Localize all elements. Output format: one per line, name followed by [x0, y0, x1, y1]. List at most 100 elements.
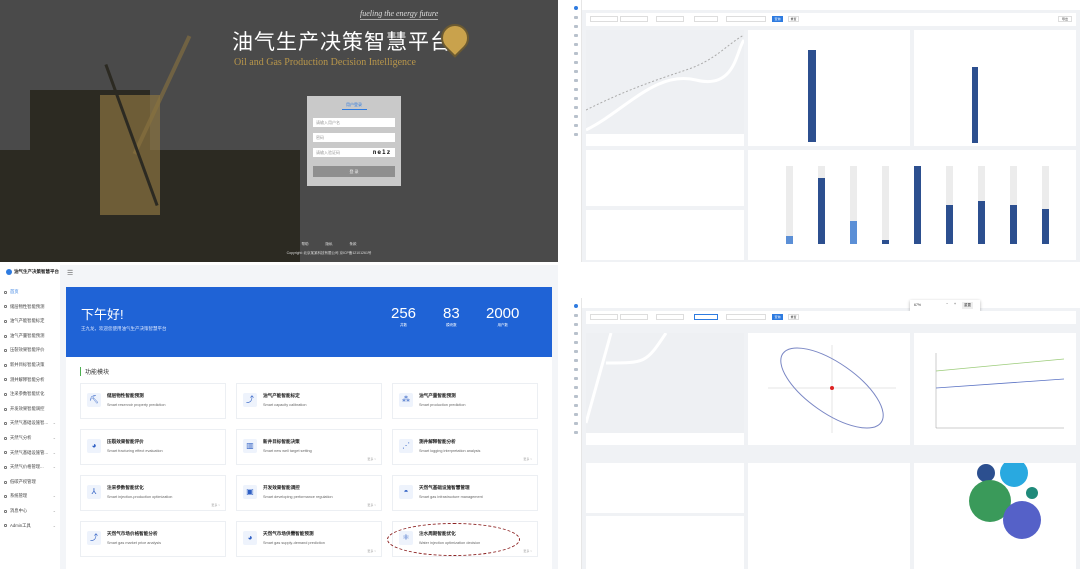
trend-line-chart [914, 333, 1076, 445]
terms-link[interactable]: 条款 [349, 242, 356, 246]
module-card[interactable]: ⛏ 储层物性智能预测 Smart reservoir property predic… [80, 383, 226, 419]
menu-toggle-icon[interactable]: ☰ [67, 269, 73, 277]
more-link[interactable]: 更多 > [367, 503, 376, 507]
module-title: 油气产量智能预测 [419, 393, 456, 398]
reset-button[interactable]: 重置 [788, 16, 799, 22]
module-card[interactable]: ◕ 压裂效果智能评价 Smart fracturing effect evaluat… [80, 429, 226, 465]
bubble [1000, 459, 1028, 487]
date-range-input[interactable] [726, 314, 766, 320]
module-title: 油气产能智能标定 [263, 393, 300, 398]
bar-chart-panel [748, 150, 1076, 260]
section-title: 功能模块 [80, 367, 109, 376]
production-dashboard: 查询 重置 导出 [570, 0, 1080, 262]
login-button[interactable]: 登 录 [313, 166, 395, 177]
sidebar-item[interactable]: 开发效果智能调控 [4, 402, 60, 417]
more-link[interactable]: 更多 > [367, 549, 376, 553]
sidebar-item[interactable]: 新井目标智能决策 [4, 358, 60, 373]
sidebar-item[interactable]: Admin工具 ⌄ [4, 519, 60, 534]
module-card[interactable]: ⤴ 天然气市场价格智能分析 Smart gas market price analy… [80, 521, 226, 557]
module-card[interactable]: ⋰ 测井解释智能分析 Smart logging interpretation an… [392, 429, 538, 465]
filter-select[interactable] [656, 314, 684, 320]
stats-panel [586, 463, 744, 513]
chevron-down-icon: ⌄ [52, 522, 56, 528]
module-subtitle: Smart fracturing effect evaluation [107, 449, 163, 453]
chart-panel [748, 463, 910, 569]
module-title: 测井解释智能分析 [419, 439, 456, 444]
sidebar-item[interactable]: 系统管理 ⌄ [4, 489, 60, 504]
greeting: 下午好! [81, 307, 124, 322]
pipe-icon: ⤴ [87, 531, 101, 545]
reset-button[interactable]: 重置 [788, 314, 799, 320]
zoom-reset-button[interactable]: 重置 [962, 302, 973, 309]
bar-chart-icon: ▥ [243, 439, 257, 453]
filter-select[interactable] [590, 314, 618, 320]
menu-icon [4, 363, 7, 367]
module-card[interactable]: ▣ 开发效果智能调控 Smart developing performance re… [236, 475, 382, 511]
bar [850, 220, 857, 244]
copyright: Copyright: 北京某某科技有限公司 京ICP备12101261号 [286, 251, 372, 255]
export-button[interactable]: 导出 [1058, 16, 1072, 22]
sidebar-item[interactable]: 油气产量智能预测 [4, 329, 60, 344]
menu-icon [4, 319, 7, 323]
module-card[interactable]: ⤴ 油气产能智能标定 Smart capacity calibration [236, 383, 382, 419]
map-panel [585, 30, 746, 146]
module-title: 注采参数智能优化 [107, 485, 144, 490]
footer-links: 帮助 隐私 条款 [0, 242, 558, 247]
sidebar-item[interactable]: 天然气价格管理... ⌄ [4, 460, 60, 475]
sidebar-item[interactable]: 消息中心 ⌄ [4, 504, 60, 519]
tab-user-login[interactable]: 用户登录 [307, 102, 401, 108]
menu-icon [4, 465, 7, 469]
filter-select[interactable] [656, 16, 684, 22]
zoom-popup: 67% − + 重置 [910, 300, 980, 311]
module-subtitle: Smart gas market price analysis [107, 541, 162, 545]
module-subtitle: Smart logging interpretation analysis [419, 449, 481, 453]
sidebar-item[interactable]: 注采参数智能优化 [4, 387, 60, 402]
help-link[interactable]: 帮助 [302, 242, 309, 246]
filter-select[interactable] [694, 314, 718, 320]
filter-select[interactable] [694, 16, 718, 22]
password-input[interactable]: 密码 [313, 133, 395, 142]
more-link[interactable]: 更多 > [523, 457, 532, 461]
sidebar-item[interactable]: 油气产能智能标定 [4, 314, 60, 329]
module-card[interactable]: ⁂ 油气产量智能预测 Smart production prediction [392, 383, 538, 419]
sidebar-item[interactable]: 天然气基础设施管... ⌄ [4, 446, 60, 461]
module-title: 开发效果智能调控 [263, 485, 300, 490]
sidebar-item[interactable]: 首页 [4, 285, 60, 300]
module-title: 天然气市场供需智能预测 [263, 531, 314, 536]
more-link[interactable]: 更多 > [523, 549, 532, 553]
sidebar-item[interactable]: 测井解释智能分析 [4, 373, 60, 388]
module-card[interactable]: ◕ 天然气市场供需智能预测 Smart gas supply-demand pred… [236, 521, 382, 557]
module-card[interactable]: ◓ 天然气基础设施智慧管理 Smart gas infrastructure man… [392, 475, 538, 511]
more-link[interactable]: 更多 > [367, 457, 376, 461]
sidebar-item[interactable]: 储层物性智能预测 [4, 300, 60, 315]
sidebar-item[interactable]: 天然气基础设施智... ⌄ [4, 416, 60, 431]
privacy-link[interactable]: 隐私 [326, 242, 333, 246]
module-card[interactable]: ⅄ 注采参数智能优化 Smart injection-production opti… [80, 475, 226, 511]
logo-icon [6, 269, 12, 275]
filter-select[interactable] [590, 16, 618, 22]
filter-select[interactable] [620, 16, 648, 22]
bubble [1003, 501, 1041, 539]
captcha-image[interactable]: ne1z [369, 148, 395, 157]
username-input[interactable]: 请输入用户名 [313, 118, 395, 127]
sidebar-item[interactable]: 低碳产权管理 [4, 475, 60, 490]
sidebar-item-label: 新井目标智能决策 [10, 361, 45, 367]
stat-users: 2000 用户数 [486, 305, 520, 327]
module-card[interactable]: ▥ 新井目标智能决策 Smart new well target setting 更多… [236, 429, 382, 465]
sidebar-item-label: 低碳产权管理 [10, 478, 36, 484]
sidebar-item[interactable]: 天然气分析 ⌄ [4, 431, 60, 446]
more-link[interactable]: 更多 > [211, 503, 220, 507]
filter-select[interactable] [620, 314, 648, 320]
login-screen: fueling the energy future 油气生产决策智慧平台 Oil… [0, 0, 558, 262]
sidebar-item[interactable]: 压裂效果智能评价 [4, 343, 60, 358]
query-button[interactable]: 查询 [772, 314, 783, 320]
bar [882, 240, 889, 244]
date-range-input[interactable] [726, 16, 766, 22]
sidebar-item-label: 消息中心 [10, 507, 28, 513]
zoom-in-button[interactable]: + [954, 302, 956, 306]
sidebar-item-label: 首页 [10, 289, 19, 294]
query-button[interactable]: 查询 [772, 16, 783, 22]
sidebar-item-label: Admin工具 [10, 522, 31, 528]
zoom-out-button[interactable]: − [946, 302, 948, 306]
chart-box-icon: ▣ [243, 485, 257, 499]
